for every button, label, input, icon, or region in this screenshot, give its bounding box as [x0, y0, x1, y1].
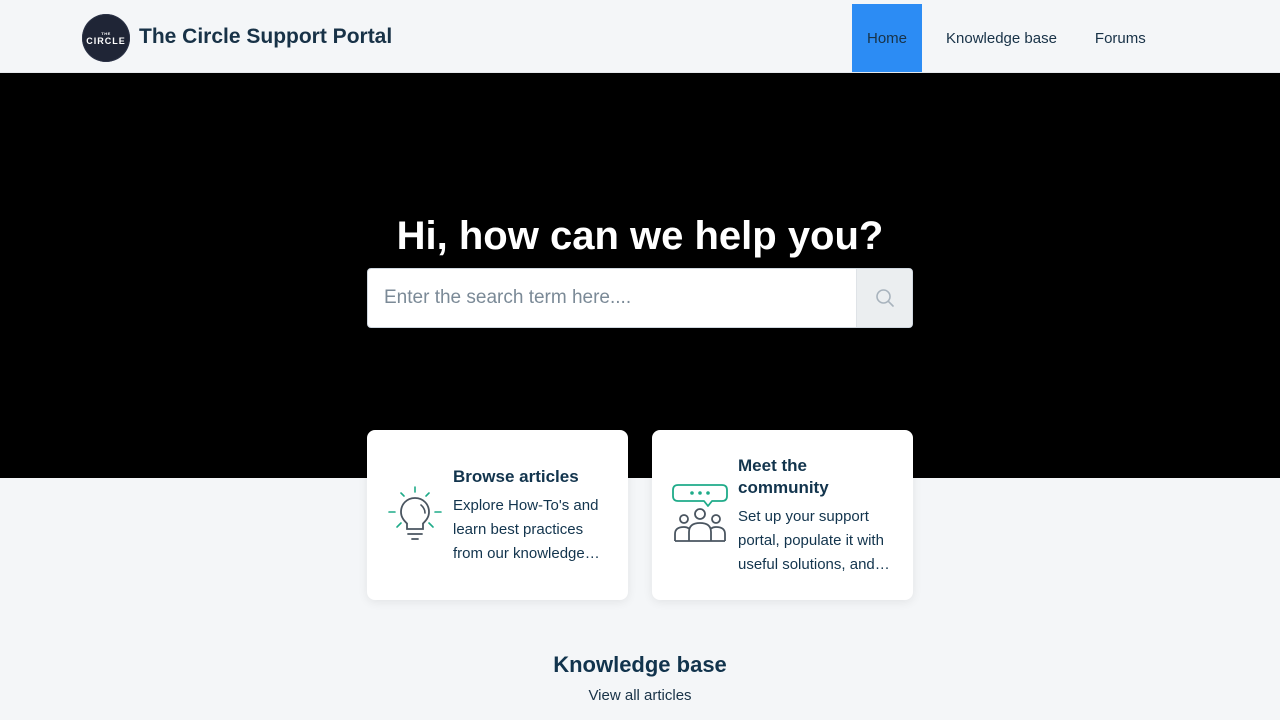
search-box [367, 268, 913, 328]
card-text: Meet the community Set up your support p… [738, 455, 896, 577]
logo-main-text: CIRCLE [86, 35, 126, 46]
site-header: THE CIRCLE The Circle Support Portal Hom… [0, 0, 1280, 73]
card-title: Browse articles [453, 467, 579, 486]
community-icon [672, 484, 728, 542]
portal-logo[interactable]: THE CIRCLE [82, 14, 130, 62]
portal-title[interactable]: The Circle Support Portal [139, 25, 392, 49]
card-description: Set up your support portal, populate it … [738, 508, 884, 573]
hero-banner: Hi, how can we help you? [0, 73, 1280, 478]
view-all-row: View all articles [0, 687, 1280, 704]
view-all-articles-link[interactable]: View all articles [588, 687, 691, 704]
card-title: Meet the community [738, 456, 829, 497]
nav-home[interactable]: Home [852, 4, 922, 72]
lightbulb-icon [388, 486, 442, 540]
browse-articles-card[interactable]: Browse articles Explore How-To's and lea… [367, 430, 628, 600]
search-button[interactable] [856, 269, 912, 327]
knowledge-base-heading: Knowledge base [553, 652, 727, 677]
search-input[interactable] [368, 269, 856, 327]
main-nav: Home Knowledge base Forums [852, 4, 1146, 72]
meet-community-card[interactable]: Meet the community Set up your support p… [652, 430, 913, 600]
nav-forums[interactable]: Forums [1095, 4, 1146, 72]
card-text: Browse articles Explore How-To's and lea… [453, 466, 611, 566]
hero-title: Hi, how can we help you? [396, 214, 884, 258]
nav-knowledge-base[interactable]: Knowledge base [946, 4, 1057, 72]
card-description: Explore How-To's and learn best practice… [453, 497, 599, 562]
search-icon [875, 289, 894, 307]
